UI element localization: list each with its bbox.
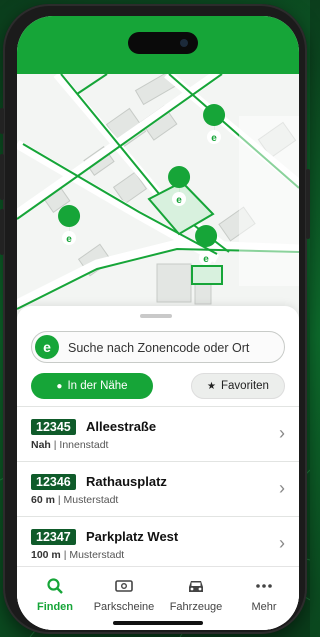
zone-distance: Nah (31, 439, 51, 451)
volume-up-button (0, 154, 4, 200)
home-indicator (113, 621, 203, 625)
zone-meta: 100 m | Musterstadt (31, 549, 125, 561)
chevron-right-icon: › (279, 423, 285, 443)
ticket-icon (115, 580, 133, 592)
tab-fahrzeuge[interactable]: Fahrzeuge (161, 577, 231, 613)
list-item[interactable]: 12347 Parkplatz West 100 m | Musterstadt… (17, 516, 299, 571)
filter-favorites-button[interactable]: ★ Favoriten (191, 373, 285, 399)
tab-finden[interactable]: Finden (20, 577, 90, 613)
power-button (306, 169, 310, 239)
list-item[interactable]: 12345 Alleestraße Nah | Innenstadt › (17, 406, 299, 461)
chevron-right-icon: › (279, 478, 285, 498)
star-icon: ★ (207, 381, 217, 392)
tab-label: Mehr (251, 601, 277, 613)
tab-label: Fahrzeuge (169, 601, 223, 613)
list-item[interactable]: 12346 Rathausplatz 60 m | Musterstadt › (17, 461, 299, 516)
zone-code-badge: 12345 (31, 419, 76, 435)
zone-meta: Nah | Innenstadt (31, 439, 109, 451)
filter-nearby-button[interactable]: ● In der Nähe (31, 373, 153, 399)
zone-name: Parkplatz West (86, 529, 179, 544)
search-input[interactable]: e Suche nach Zonencode oder Ort (31, 331, 285, 363)
zone-distance: 100 m (31, 549, 61, 561)
app-screen: e e e e e Suche nach Zonencode oder Ort (17, 16, 299, 630)
search-icon (47, 578, 63, 594)
filter-nearby-label: In der Nähe (67, 380, 128, 392)
svg-text:e: e (203, 254, 209, 265)
search-placeholder: Suche nach Zonencode oder Ort (68, 341, 250, 355)
zone-city: Musterstadt (69, 549, 125, 561)
zone-distance: 60 m (31, 494, 55, 506)
zone-code-badge: 12346 (31, 474, 76, 490)
bottom-tab-bar: Finden Parkscheine Fahrzeuge Mehr (17, 566, 299, 630)
zone-name: Rathausplatz (86, 474, 167, 489)
zone-city: Musterstadt (63, 494, 119, 506)
tab-label: Finden (36, 601, 74, 613)
more-icon (256, 584, 272, 588)
location-pin-icon: ● (56, 381, 63, 392)
zone-city: Innenstadt (59, 439, 109, 451)
svg-text:e: e (211, 133, 217, 144)
map-view[interactable]: e e e e (17, 74, 299, 324)
sheet-drag-handle[interactable] (140, 314, 172, 318)
mute-switch (0, 108, 4, 134)
car-icon (189, 581, 203, 592)
zone-meta: 60 m | Musterstadt (31, 494, 119, 506)
chevron-right-icon: › (279, 533, 285, 553)
filter-favorites-label: Favoriten (221, 380, 269, 392)
volume-down-button (0, 209, 4, 255)
svg-text:e: e (66, 234, 72, 245)
zone-name: Alleestraße (86, 419, 157, 434)
app-logo-icon: e (35, 335, 59, 359)
dynamic-island (128, 32, 198, 54)
tab-label: Parkscheine (93, 601, 155, 613)
tab-mehr[interactable]: Mehr (229, 577, 299, 613)
phone-frame: e e e e e Suche nach Zonencode oder Ort (0, 4, 310, 634)
tab-parkscheine[interactable]: Parkscheine (89, 577, 159, 613)
zone-code-badge: 12347 (31, 529, 76, 545)
svg-text:e: e (176, 195, 182, 206)
